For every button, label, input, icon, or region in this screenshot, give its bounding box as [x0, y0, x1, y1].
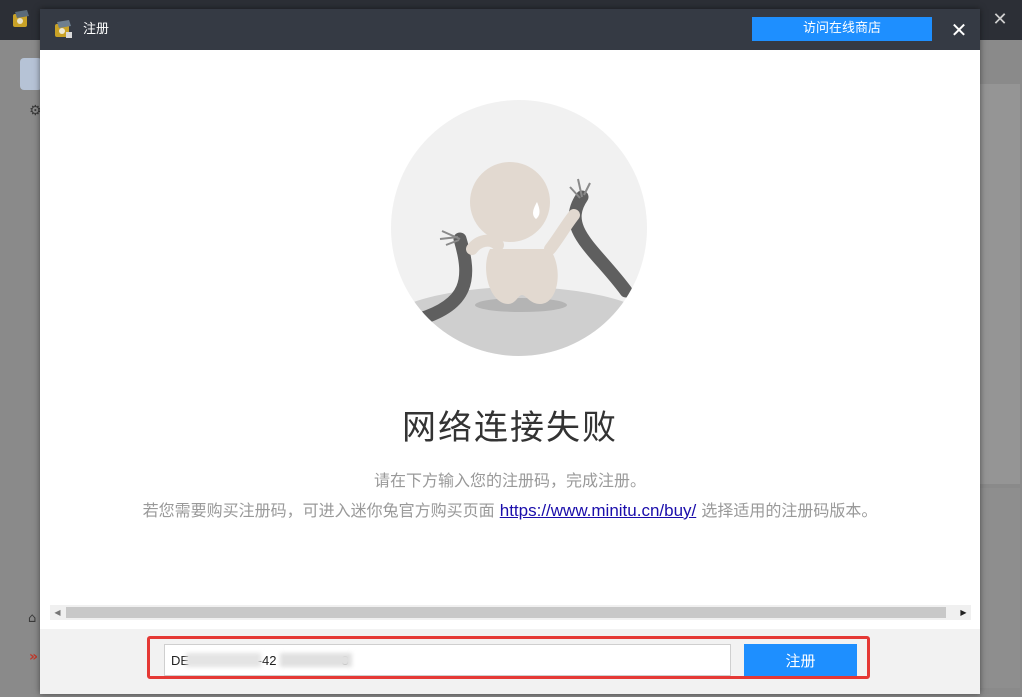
expand-arrows-icon: » [29, 649, 39, 665]
registration-footer: 注册 [40, 629, 980, 694]
registration-dialog: 注册 访问在线商店 ✕ 网络连接失败 请在下方输入您的注册码，完成注册。 若您需… [40, 9, 980, 694]
purchase-text-before: 若您需要购买注册码，可进入迷你兔官方购买页面 [142, 501, 500, 520]
purchase-link[interactable]: https://www.minitu.cn/buy/ [500, 501, 697, 520]
close-icon[interactable]: ✕ [946, 17, 972, 43]
background-right-panel [980, 84, 1020, 484]
highlight-annotation-box [147, 636, 870, 679]
dialog-content: 网络连接失败 请在下方输入您的注册码，完成注册。 若您需要购买注册码，可进入迷你… [40, 50, 980, 602]
error-headline: 网络连接失败 [402, 408, 618, 448]
app-logo-icon [55, 20, 72, 38]
background-close-icon[interactable]: ✕ [986, 6, 1014, 34]
visit-store-button[interactable]: 访问在线商店 [752, 17, 932, 41]
scrollbar-thumb[interactable] [66, 607, 946, 618]
horizontal-scrollbar[interactable]: ◀ ▶ [50, 605, 971, 620]
scroll-left-arrow-icon[interactable]: ◀ [50, 605, 65, 620]
app-logo-icon [13, 10, 29, 27]
purchase-text-after: 选择适用的注册码版本。 [696, 501, 878, 520]
background-sidebar-button [20, 58, 42, 90]
scroll-right-arrow-icon[interactable]: ▶ [956, 605, 971, 620]
purchase-text: 若您需要购买注册码，可进入迷你兔官方购买页面 https://www.minit… [40, 497, 980, 521]
instruction-text: 请在下方输入您的注册码，完成注册。 [373, 471, 646, 490]
background-right-panel-lower [980, 488, 1020, 688]
disconnected-cable-illustration [391, 100, 647, 356]
dialog-titlebar: 注册 访问在线商店 ✕ [40, 9, 980, 50]
dialog-title: 注册 [83, 22, 110, 37]
